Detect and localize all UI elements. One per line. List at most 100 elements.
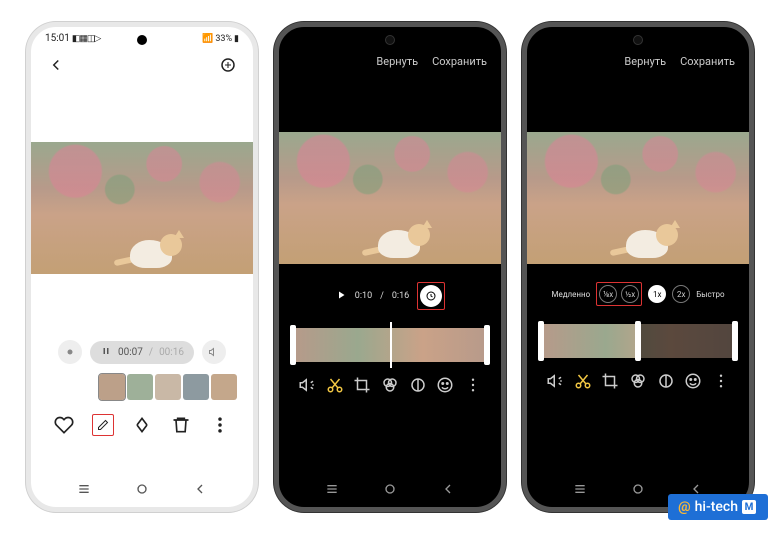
trim-handle-start[interactable]	[538, 321, 544, 361]
nav-home[interactable]	[630, 481, 646, 501]
phone-video-editor-1: Вернуть Сохранить 0:10 / 0:16	[274, 22, 506, 512]
time-separator: /	[149, 347, 153, 358]
system-nav-bar	[279, 481, 501, 501]
system-nav-bar	[31, 481, 253, 501]
auto-enhance-button[interactable]	[217, 54, 239, 76]
video-frame-image	[279, 132, 501, 264]
camera-punch-hole	[633, 35, 643, 45]
revert-button[interactable]: Вернуть	[624, 55, 666, 68]
audio-tool[interactable]	[546, 372, 564, 394]
watermark: @ hi-tech M	[668, 494, 768, 520]
more-tool[interactable]	[712, 372, 730, 394]
speed-option-2x[interactable]: 2x	[672, 285, 690, 303]
edit-button[interactable]	[92, 414, 114, 436]
crop-tool[interactable]	[353, 376, 371, 398]
playback-controls: 0:10 / 0:16	[279, 282, 501, 310]
bottom-action-bar	[31, 400, 253, 440]
video-frame-image	[527, 132, 749, 264]
save-button[interactable]: Сохранить	[432, 55, 487, 68]
thumbnail[interactable]	[99, 374, 125, 400]
video-preview[interactable]	[279, 132, 501, 264]
speed-option-half[interactable]: ½x	[621, 285, 639, 303]
thumbnail[interactable]	[211, 374, 237, 400]
progress-pill[interactable]: 00:07 / 00:16	[90, 341, 194, 364]
trim-handle-mid[interactable]	[635, 321, 641, 361]
speed-option-eighth[interactable]: ⅛x	[599, 285, 617, 303]
trim-filmstrip[interactable]	[293, 328, 487, 362]
cat-subject	[620, 214, 680, 258]
sticker-tool[interactable]	[436, 376, 454, 398]
status-time: 15:01	[45, 33, 70, 44]
phone-gallery-viewer: 15:01 ◧▦◫▷ 📶 33% ▮	[26, 22, 258, 512]
nav-recents[interactable]	[572, 481, 588, 501]
audio-tool[interactable]	[298, 376, 316, 398]
crop-tool[interactable]	[601, 372, 619, 394]
status-icons-left: ◧▦◫▷	[72, 34, 100, 44]
nav-recents[interactable]	[76, 481, 92, 501]
mute-button[interactable]	[202, 340, 226, 364]
cat-subject	[372, 214, 432, 258]
playhead[interactable]	[390, 322, 392, 368]
video-preview[interactable]	[31, 142, 253, 274]
more-tool[interactable]	[464, 376, 482, 398]
share-button[interactable]	[131, 414, 153, 436]
speed-selector: Медленно ⅛x ½x 1x 2x Быстро	[527, 282, 749, 306]
filter-tool[interactable]	[629, 372, 647, 394]
fast-label: Быстро	[696, 290, 724, 299]
video-preview[interactable]	[527, 132, 749, 264]
playback-controls: 00:07 / 00:16	[31, 340, 253, 364]
speed-badge-highlight	[417, 282, 445, 310]
time-current: 0:10	[355, 291, 372, 301]
watermark-at: @	[678, 499, 691, 515]
thumbnail[interactable]	[183, 374, 209, 400]
editor-toolbar	[527, 358, 749, 394]
nav-home[interactable]	[382, 481, 398, 501]
trim-handle-start[interactable]	[290, 325, 296, 365]
nav-back[interactable]	[440, 481, 456, 501]
time-separator: /	[380, 291, 384, 301]
speed-option-1x[interactable]: 1x	[648, 285, 666, 303]
play-button[interactable]	[335, 289, 347, 304]
time-total: 00:16	[159, 347, 184, 358]
capture-button[interactable]	[58, 340, 82, 364]
thumbnail[interactable]	[155, 374, 181, 400]
cat-subject	[124, 224, 184, 268]
trim-filmstrip[interactable]	[541, 324, 735, 358]
status-battery: 33%	[215, 34, 232, 44]
speed-highlight: ⅛x ½x	[596, 282, 642, 306]
battery-icon: ▮	[234, 34, 239, 44]
save-button[interactable]: Сохранить	[680, 55, 735, 68]
camera-punch-hole	[385, 35, 395, 45]
favorite-button[interactable]	[53, 414, 75, 436]
trim-handle-end[interactable]	[732, 321, 738, 361]
revert-button[interactable]: Вернуть	[376, 55, 418, 68]
time-current: 00:07	[118, 347, 143, 358]
trim-tool[interactable]	[326, 376, 344, 398]
sticker-tool[interactable]	[684, 372, 702, 394]
watermark-text: hi-tech	[695, 499, 738, 515]
back-button[interactable]	[45, 54, 67, 76]
trim-handle-end[interactable]	[484, 325, 490, 365]
top-bar	[31, 46, 253, 84]
thumbnail[interactable]	[127, 374, 153, 400]
speed-button[interactable]	[420, 285, 442, 307]
status-icons-right: 📶	[202, 34, 213, 44]
filter-tool[interactable]	[381, 376, 399, 398]
trim-tool[interactable]	[574, 372, 592, 394]
more-button[interactable]	[209, 414, 231, 436]
adjust-tool[interactable]	[409, 376, 427, 398]
pause-button[interactable]	[100, 345, 112, 360]
nav-home[interactable]	[134, 481, 150, 501]
camera-punch-hole	[137, 35, 147, 45]
trimmed-region-mask	[638, 324, 735, 358]
nav-recents[interactable]	[324, 481, 340, 501]
nav-back[interactable]	[192, 481, 208, 501]
slow-label: Медленно	[551, 290, 590, 299]
video-frame-image	[31, 142, 253, 274]
phone-video-editor-2: Вернуть Сохранить Медленно ⅛x ½x 1x 2x Б…	[522, 22, 754, 512]
thumbnail-strip[interactable]	[31, 374, 253, 400]
watermark-badge: M	[742, 500, 756, 514]
delete-button[interactable]	[170, 414, 192, 436]
time-total: 0:16	[392, 291, 409, 301]
adjust-tool[interactable]	[657, 372, 675, 394]
